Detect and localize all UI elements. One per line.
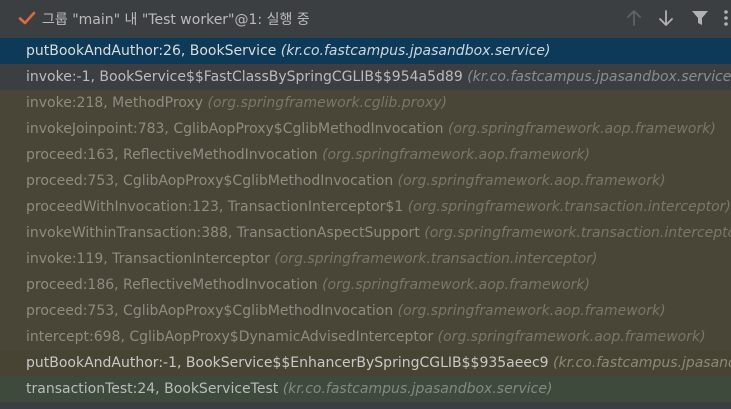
frame-package: (org.springframework.cglib.proxy) xyxy=(207,95,447,111)
frame-package: (kr.co.fastcampus.jpasandbox.service) xyxy=(553,355,731,371)
stack-frame-row[interactable]: putBookAndAuthor:26, BookService (kr.co.… xyxy=(0,38,731,64)
stack-frame-row[interactable]: proceedWithInvocation:123, TransactionIn… xyxy=(0,194,731,220)
frame-package: (org.springframework.aop.framework) xyxy=(437,329,706,345)
frame-method: invoke:-1, BookService$$FastClassBySprin… xyxy=(26,69,463,85)
frame-package: (org.springframework.aop.framework) xyxy=(322,277,590,293)
call-stack-frames-list: putBookAndAuthor:26, BookService (kr.co.… xyxy=(0,38,731,409)
stack-frame-row[interactable]: proceed:753, CglibAopProxy$CglibMethodIn… xyxy=(0,168,731,194)
frame-method: proceed:186, ReflectiveMethodInvocation xyxy=(26,277,318,293)
frame-package: (kr.co.fastcampus.jpasandbox.service) xyxy=(282,381,553,397)
frame-method: invokeWithinTransaction:388, Transaction… xyxy=(26,225,420,241)
frame-method: putBookAndAuthor:-1, BookService$$Enhanc… xyxy=(26,355,549,371)
frame-method: transactionTest:24, BookServiceTest xyxy=(26,381,279,397)
stack-frame-row[interactable]: intercept:698, CglibAopProxy$DynamicAdvi… xyxy=(0,324,731,350)
frame-method: proceed:753, CglibAopProxy$CglibMethodIn… xyxy=(26,303,394,319)
arrow-up-icon[interactable] xyxy=(624,8,644,28)
frame-method: proceedWithInvocation:123, TransactionIn… xyxy=(26,199,404,215)
stack-frame-row[interactable]: proceed:163, ReflectiveMethodInvocation … xyxy=(0,142,731,168)
frame-method: invoke:218, MethodProxy xyxy=(26,95,204,111)
frame-package: (org.springframework.transaction.interce… xyxy=(424,225,731,241)
frame-package: (org.springframework.aop.framework) xyxy=(397,303,666,319)
stack-frame-row[interactable]: invoke:-1, BookService$$FastClassBySprin… xyxy=(0,64,731,90)
frame-package: (org.springframework.aop.framework) xyxy=(397,173,666,189)
frame-method: putBookAndAuthor:26, BookService xyxy=(26,43,277,59)
frame-package: (org.springframework.transaction.interce… xyxy=(274,251,598,267)
stack-frame-row[interactable]: invoke:218, MethodProxy (org.springframe… xyxy=(0,90,731,116)
frame-package: (kr.co.fastcampus.jpasandbox.service) xyxy=(467,69,731,85)
arrow-down-icon[interactable] xyxy=(656,8,676,28)
stack-frame-row[interactable]: invoke:119, TransactionInterceptor (org.… xyxy=(0,246,731,272)
thread-title[interactable]: 그룹 "main" 내 "Test worker"@1: 실행 중 xyxy=(42,9,310,29)
more-vertical-icon[interactable] xyxy=(718,8,731,28)
stack-frame-row[interactable]: invokeJoinpoint:783, CglibAopProxy$Cglib… xyxy=(0,116,731,142)
frame-package: (org.springframework.aop.framework) xyxy=(447,121,716,137)
frame-method: proceed:753, CglibAopProxy$CglibMethodIn… xyxy=(26,173,394,189)
frame-package: (kr.co.fastcampus.jpasandbox.service) xyxy=(280,43,551,59)
frames-toolbar: 그룹 "main" 내 "Test worker"@1: 실행 중 xyxy=(0,0,731,36)
frame-package: (org.springframework.aop.framework) xyxy=(322,147,590,163)
frame-package: (org.springframework.transaction.interce… xyxy=(407,199,731,215)
checkmark-icon xyxy=(18,10,36,26)
frame-method: proceed:163, ReflectiveMethodInvocation xyxy=(26,147,318,163)
stack-frame-row[interactable]: putBookAndAuthor:-1, BookService$$Enhanc… xyxy=(0,350,731,376)
frame-method: invoke:119, TransactionInterceptor xyxy=(26,251,270,267)
stack-frame-row[interactable]: invokeWithinTransaction:388, Transaction… xyxy=(0,220,731,246)
frame-method: intercept:698, CglibAopProxy$DynamicAdvi… xyxy=(26,329,434,345)
stack-frame-row[interactable]: proceed:186, ReflectiveMethodInvocation … xyxy=(0,272,731,298)
frame-method: invokeJoinpoint:783, CglibAopProxy$Cglib… xyxy=(26,121,444,137)
stack-frame-row[interactable]: proceed:753, CglibAopProxy$CglibMethodIn… xyxy=(0,298,731,324)
stack-frame-row[interactable]: transactionTest:24, BookServiceTest (kr.… xyxy=(0,376,731,402)
filter-icon[interactable] xyxy=(690,8,710,28)
